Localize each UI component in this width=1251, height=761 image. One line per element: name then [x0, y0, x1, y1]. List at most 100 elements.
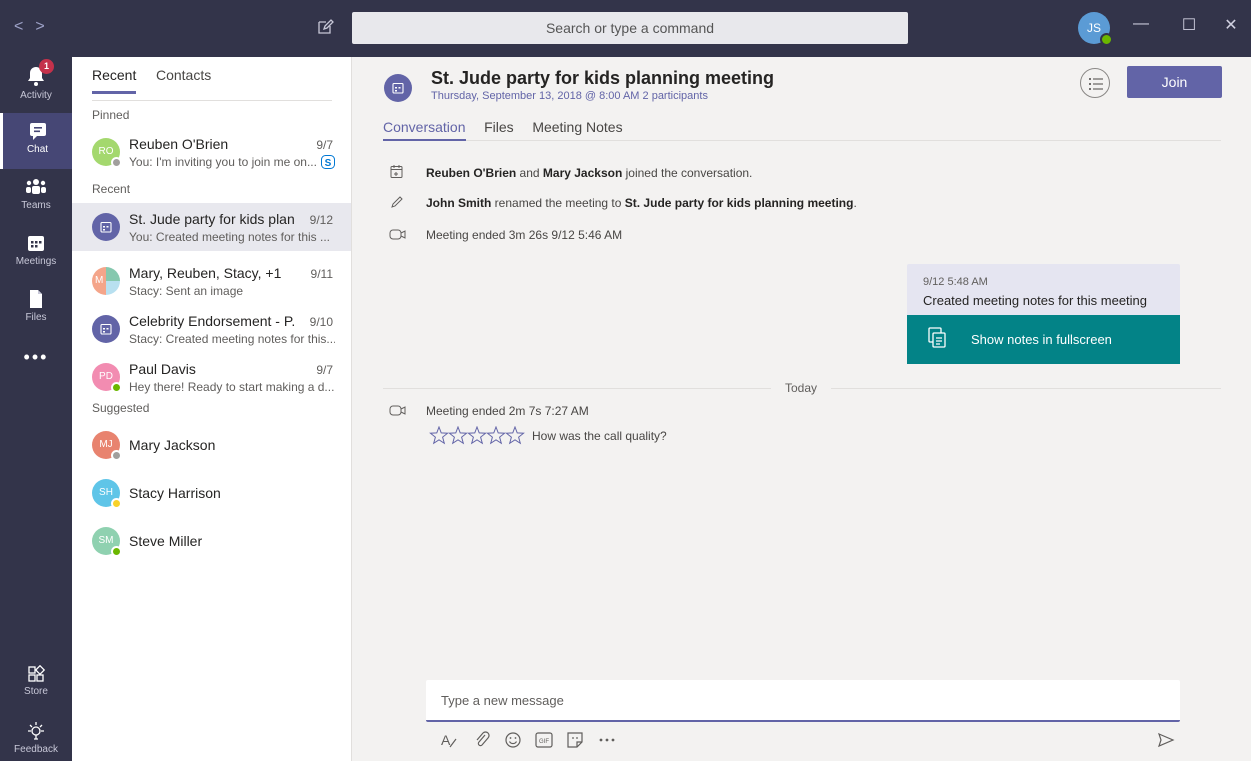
star-icon[interactable]	[429, 426, 449, 445]
chat-item-celebrity[interactable]: Celebrity Endorsement - P... 9/10 Stacy:…	[72, 305, 351, 353]
chat-item-st-jude[interactable]: St. Jude party for kids plan... 9/12 You…	[72, 203, 351, 251]
avatar: SH	[92, 479, 122, 509]
message-input[interactable]	[426, 680, 1180, 720]
suggested-stacy-harrison[interactable]: SH Stacy Harrison	[72, 469, 351, 517]
chat-name: St. Jude party for kids plan...	[129, 211, 294, 227]
chat-date: 9/7	[316, 138, 333, 152]
new-chat-icon[interactable]	[316, 18, 334, 36]
file-icon	[30, 290, 42, 308]
chat-name: Paul Davis	[129, 361, 196, 377]
rail-activity[interactable]: 1 Activity	[0, 57, 72, 113]
star-icon[interactable]	[467, 426, 487, 445]
skype-icon: S	[321, 155, 335, 169]
chat-item-reuben-obrien[interactable]: RO Reuben O'Brien 9/7 You: I'm inviting …	[72, 128, 351, 176]
message-timestamp: 9/12 5:48 AM	[923, 276, 988, 288]
calendar-icon	[100, 221, 112, 233]
format-icon[interactable]: A	[439, 730, 459, 750]
call-quality-rating[interactable]	[429, 426, 529, 446]
app-bar: 1 Activity Chat Teams Meetings Files •••…	[0, 57, 72, 761]
date-divider-label: Today	[771, 381, 832, 395]
svg-text:S: S	[325, 158, 332, 169]
store-icon	[28, 665, 45, 682]
meeting-avatar	[92, 213, 120, 241]
rail-feedback-label: Feedback	[14, 744, 58, 755]
chat-name: Mary, Reuben, Stacy, +1	[129, 265, 282, 281]
teams-icon	[26, 179, 46, 194]
chat-name: Celebrity Endorsement - P...	[129, 313, 294, 329]
calendar-icon	[392, 82, 404, 94]
rail-store[interactable]: Store	[0, 657, 72, 713]
avatar: SM	[92, 527, 122, 557]
sticker-icon[interactable]	[565, 730, 585, 750]
more-options-icon[interactable]	[597, 730, 617, 750]
show-notes-fullscreen-button[interactable]: Show notes in fullscreen	[907, 315, 1180, 364]
user-avatar[interactable]: JS	[1078, 12, 1113, 46]
svg-text:GIF: GIF	[539, 739, 549, 745]
calendar-add-icon	[390, 165, 403, 178]
rail-chat[interactable]: Chat	[0, 113, 72, 169]
avatar: PD	[92, 363, 122, 393]
close-icon[interactable]: ✕	[1219, 15, 1243, 35]
tab-files[interactable]: Files	[484, 119, 514, 139]
contact-name: Stacy Harrison	[129, 485, 221, 501]
chat-list-pane: Recent Contacts Pinned RO Reuben O'Brien…	[72, 57, 352, 761]
chat-preview: Stacy: Sent an image	[129, 284, 244, 298]
rail-files-label: Files	[25, 312, 47, 323]
emoji-icon[interactable]	[503, 730, 523, 750]
suggested-steve-miller[interactable]: SM Steve Miller	[72, 517, 351, 565]
rail-store-label: Store	[24, 686, 48, 697]
back-icon[interactable]: <	[14, 18, 35, 35]
tab-conversation[interactable]: Conversation	[383, 119, 466, 141]
rail-chat-label: Chat	[26, 144, 49, 155]
rail-meetings[interactable]: Meetings	[0, 225, 72, 281]
activity-badge: 1	[39, 59, 54, 74]
rail-feedback[interactable]: Feedback	[0, 713, 72, 761]
tab-recent[interactable]: Recent	[92, 67, 137, 94]
tab-meeting-notes[interactable]: Meeting Notes	[532, 119, 622, 139]
chat-preview: Stacy: Created meeting notes for this...	[129, 332, 335, 346]
star-icon[interactable]	[505, 426, 525, 445]
chat-date: 9/11	[310, 267, 333, 281]
message-composer	[426, 680, 1180, 722]
available-status-icon	[1100, 33, 1113, 46]
title-bar: <> Search or type a command JS — ☐ ✕	[0, 0, 1251, 57]
message-text: Created meeting notes for this meeting	[923, 293, 1148, 308]
minimize-icon[interactable]: —	[1129, 15, 1153, 33]
notes-icon	[928, 327, 946, 348]
meeting-avatar	[92, 315, 120, 343]
search-input[interactable]: Search or type a command	[352, 12, 908, 44]
star-icon[interactable]	[448, 426, 468, 445]
chat-item-paul-davis[interactable]: PD Paul Davis 9/7 Hey there! Ready to st…	[72, 353, 351, 401]
show-notes-label: Show notes in fullscreen	[971, 332, 1112, 347]
chat-item-group[interactable]: M Mary, Reuben, Stacy, +1 9/11 Stacy: Se…	[72, 257, 351, 305]
pinned-header: Pinned	[92, 108, 130, 122]
chat-preview: You: Created meeting notes for this ...	[129, 230, 331, 244]
maximize-icon[interactable]: ☐	[1177, 15, 1201, 35]
rail-files[interactable]: Files	[0, 281, 72, 337]
video-camera-icon	[389, 405, 406, 416]
calendar-icon	[100, 323, 112, 335]
meeting-details-button[interactable]	[1080, 68, 1110, 98]
meeting-title: St. Jude party for kids planning meeting	[431, 68, 775, 88]
attach-icon[interactable]	[472, 730, 492, 750]
join-button[interactable]: Join	[1127, 66, 1222, 98]
more-apps-icon[interactable]: •••	[0, 347, 72, 368]
avatar: MJ	[92, 431, 122, 461]
chat-preview: You: I'm inviting you to join me on...	[129, 155, 317, 169]
rail-teams[interactable]: Teams	[0, 169, 72, 225]
meeting-details[interactable]: Thursday, September 13, 2018 @ 8:00 AM 2…	[431, 90, 708, 102]
rail-activity-label: Activity	[20, 90, 52, 101]
calendar-icon	[28, 236, 44, 251]
history-nav: <>	[14, 18, 57, 36]
user-initials: JS	[1086, 21, 1101, 35]
suggested-mary-jackson[interactable]: MJ Mary Jackson	[72, 421, 351, 469]
meeting-avatar	[384, 74, 412, 102]
gif-icon[interactable]: GIF	[534, 730, 554, 750]
tab-contacts[interactable]: Contacts	[156, 67, 211, 91]
video-camera-icon	[389, 229, 406, 240]
lightbulb-icon	[28, 722, 44, 740]
send-icon[interactable]	[1157, 731, 1175, 749]
forward-icon[interactable]: >	[35, 18, 56, 35]
svg-text:A: A	[441, 732, 451, 748]
star-icon[interactable]	[486, 426, 506, 445]
